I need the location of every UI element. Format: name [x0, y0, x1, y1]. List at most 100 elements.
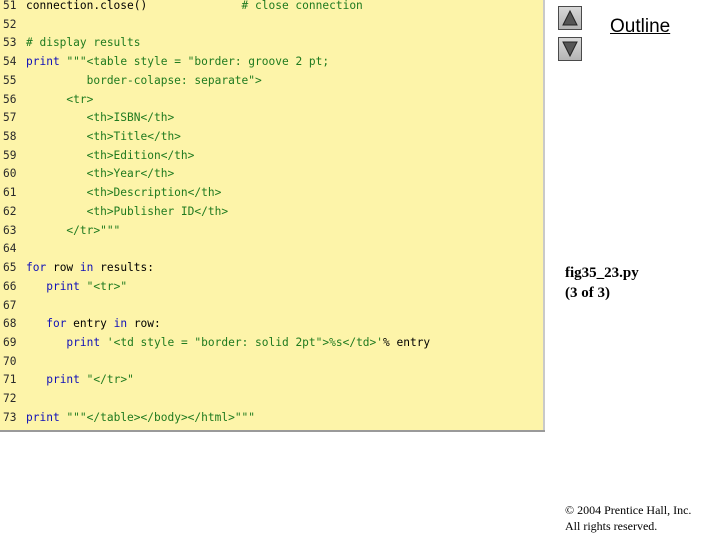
line-number: 64	[3, 242, 17, 256]
code-token: """</table></body></html>"""	[66, 410, 256, 424]
code-text: connection.close() # close connection	[26, 0, 363, 15]
code-token: # close connection	[241, 0, 363, 12]
code-line: 60 <th>Year</th>	[0, 165, 543, 183]
code-line: 71 print "</tr>"	[0, 371, 543, 389]
code-line: 62 <th>Publisher ID</th>	[0, 203, 543, 221]
code-text: <th>Title</th>	[26, 128, 181, 146]
code-line: 53 # display results	[0, 34, 543, 52]
code-token: for	[46, 317, 67, 331]
code-token: row	[46, 261, 80, 275]
code-text: border-colapse: separate">	[26, 72, 262, 90]
code-line: 65 for row in results:	[0, 259, 543, 277]
line-number: 58	[3, 130, 17, 144]
code-line: 51 connection.close() # close connection	[0, 0, 543, 15]
code-text: print "</tr>"	[26, 371, 134, 389]
code-token: print	[26, 410, 60, 424]
code-text: for entry in row:	[26, 315, 161, 333]
line-number: 66	[3, 279, 17, 293]
code-token: '<td style = "border: solid 2pt">%s</td>…	[106, 335, 384, 349]
line-number: 67	[3, 298, 17, 312]
code-text: print "<tr>"	[26, 278, 127, 296]
code-token: print	[46, 373, 80, 387]
code-token: # display results	[26, 36, 141, 50]
code-line: 64	[0, 240, 543, 258]
code-token: <tr>	[26, 92, 94, 106]
code-text: for row in results:	[26, 259, 154, 277]
code-text: <th>Publisher ID</th>	[26, 203, 228, 221]
code-text: <tr>	[26, 91, 93, 109]
line-number: 60	[3, 167, 17, 181]
code-token: <th>Year</th>	[26, 167, 175, 181]
line-number: 57	[3, 111, 17, 125]
line-number: 70	[3, 354, 17, 368]
code-text: <th>Description</th>	[26, 184, 222, 202]
code-token: "</tr>"	[86, 373, 134, 387]
code-token: print	[66, 335, 101, 349]
slide-page-indicator: (3 of 3)	[565, 285, 610, 301]
outline-link[interactable]: Outline	[610, 16, 670, 38]
slide-filename: fig35_23.py	[565, 265, 639, 281]
slide-file-label: fig35_23.py (3 of 3)	[565, 263, 639, 303]
code-text: print """</table></body></html>"""	[26, 409, 255, 427]
code-token: row:	[127, 317, 161, 331]
line-number: 65	[3, 261, 17, 275]
code-token: in	[113, 317, 128, 331]
code-token: in	[79, 261, 94, 275]
code-line: 68 for entry in row:	[0, 315, 543, 333]
code-token: entry	[66, 317, 114, 331]
previous-slide-button[interactable]	[558, 6, 582, 30]
line-number: 51	[3, 0, 17, 12]
code-text: # display results	[26, 34, 141, 52]
code-token: print	[46, 279, 80, 293]
code-line: 66 print "<tr>"	[0, 278, 543, 296]
code-line: 54 print """<table style = "border: groov…	[0, 53, 543, 71]
code-token: <th>Publisher ID</th>	[26, 204, 229, 218]
line-number: 63	[3, 223, 17, 237]
line-number: 55	[3, 73, 17, 87]
code-token: connection.close()	[26, 0, 242, 12]
code-token: % entry	[383, 335, 431, 349]
code-line: 59 <th>Edition</th>	[0, 147, 543, 165]
copyright-line: © 2004 Prentice Hall, Inc.	[565, 503, 692, 517]
code-line: 61 <th>Description</th>	[0, 184, 543, 202]
next-slide-button[interactable]	[558, 37, 582, 61]
code-token: <th>Title</th>	[26, 130, 181, 144]
code-text: </tr>"""	[26, 222, 120, 240]
code-listing-panel: 51 connection.close() # close connection 5…	[0, 0, 545, 432]
code-line: 67	[0, 297, 543, 315]
code-token: <th>ISBN</th>	[26, 111, 175, 125]
code-token: """<table style = "border: groove 2 pt;	[66, 55, 330, 69]
code-line: 70	[0, 353, 543, 371]
code-text: print '<td style = "border: solid 2pt">%…	[26, 334, 430, 352]
line-number: 61	[3, 186, 17, 200]
code-line: 56 <tr>	[0, 91, 543, 109]
code-token: <th>Description</th>	[26, 186, 222, 200]
code-line: 52	[0, 16, 543, 34]
line-number: 56	[3, 92, 17, 106]
code-text: print """<table style = "border: groove …	[26, 53, 329, 71]
code-token: results:	[93, 261, 155, 275]
code-line: 69 print '<td style = "border: solid 2pt…	[0, 334, 543, 352]
code-line: 63 </tr>"""	[0, 222, 543, 240]
rights-line: All rights reserved.	[565, 519, 658, 533]
code-line: 72	[0, 390, 543, 408]
line-number: 69	[3, 335, 17, 349]
code-line: 58 <th>Title</th>	[0, 128, 543, 146]
panel-bottom-border	[0, 430, 545, 432]
code-line: 73 print """</table></body></html>"""	[0, 409, 543, 427]
triangle-up-icon	[562, 9, 578, 26]
line-number: 68	[3, 317, 17, 331]
triangle-down-icon	[562, 41, 578, 58]
code-token: for	[26, 261, 47, 275]
code-text: <th>Year</th>	[26, 165, 175, 183]
code-token: print	[26, 55, 60, 69]
line-number: 71	[3, 373, 17, 387]
code-text: <th>ISBN</th>	[26, 109, 175, 127]
